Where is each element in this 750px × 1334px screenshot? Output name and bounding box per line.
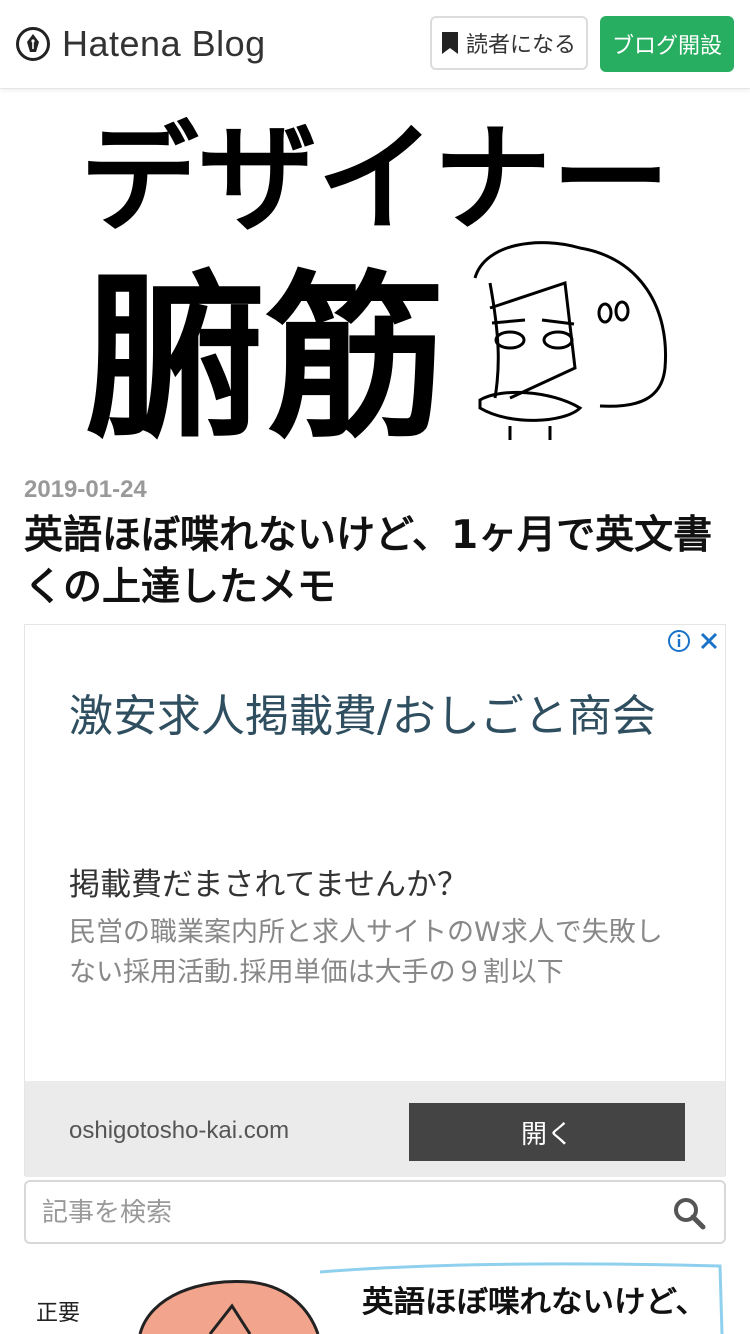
brand-name: Hatena Blog — [62, 23, 266, 64]
illustration-caption: 英語ほぼ喋れないけど、 — [362, 1285, 707, 1320]
ad-open-button[interactable]: 開く — [409, 1103, 685, 1161]
ad-footer: oshigotosho-kai.com 開く — [25, 1081, 725, 1177]
open-blog-button[interactable]: ブログ開設 — [600, 16, 734, 72]
banner-title-line1: デザイナー — [80, 110, 670, 248]
ad-controls — [667, 629, 721, 653]
article-illustration: 正要 英語ほぼ喋れないけど、 — [36, 1262, 724, 1334]
top-bar: Hatena Blog 読者になる ブログ開設 — [0, 0, 750, 89]
character-illustration — [473, 241, 668, 440]
search-input[interactable] — [40, 1190, 664, 1236]
ad-url[interactable]: oshigotosho-kai.com — [69, 1117, 289, 1145]
hatena-blog-logo[interactable]: Hatena Blog — [16, 22, 266, 66]
subscribe-button-label: 読者になる — [465, 33, 576, 58]
ad-info-icon[interactable] — [667, 629, 691, 653]
subscribe-button[interactable]: 読者になる — [430, 16, 588, 70]
bookmark-icon — [441, 32, 458, 54]
blog-header-banner[interactable]: デザイナー 腑筋 — [80, 108, 680, 440]
article-search-box — [24, 1180, 726, 1244]
article-title[interactable]: 英語ほぼ喋れないけど、1ヶ月で英文書くの上達したメモ — [24, 510, 724, 614]
ad-headline[interactable]: 激安求人掲載費/おしごと商会 — [69, 689, 669, 745]
pen-nib-icon — [16, 27, 50, 61]
ad-description: 民営の職業案内所と求人サイトのW求人で失敗しない採用活動.採用単価は大手の９割以… — [69, 917, 663, 988]
post-date: 2019-01-24 — [24, 476, 147, 503]
advertisement[interactable]: 激安求人掲載費/おしごと商会 掲載費だまされてませんか？ 民営の職業案内所と求人… — [24, 624, 726, 1177]
ad-close-icon[interactable] — [697, 629, 721, 653]
illustration-side-text: 正要 — [36, 1301, 80, 1326]
ad-subheadline: 掲載費だまされてませんか？ — [69, 867, 468, 903]
search-icon[interactable] — [672, 1196, 706, 1230]
banner-title-line2: 腑筋 — [84, 255, 446, 440]
